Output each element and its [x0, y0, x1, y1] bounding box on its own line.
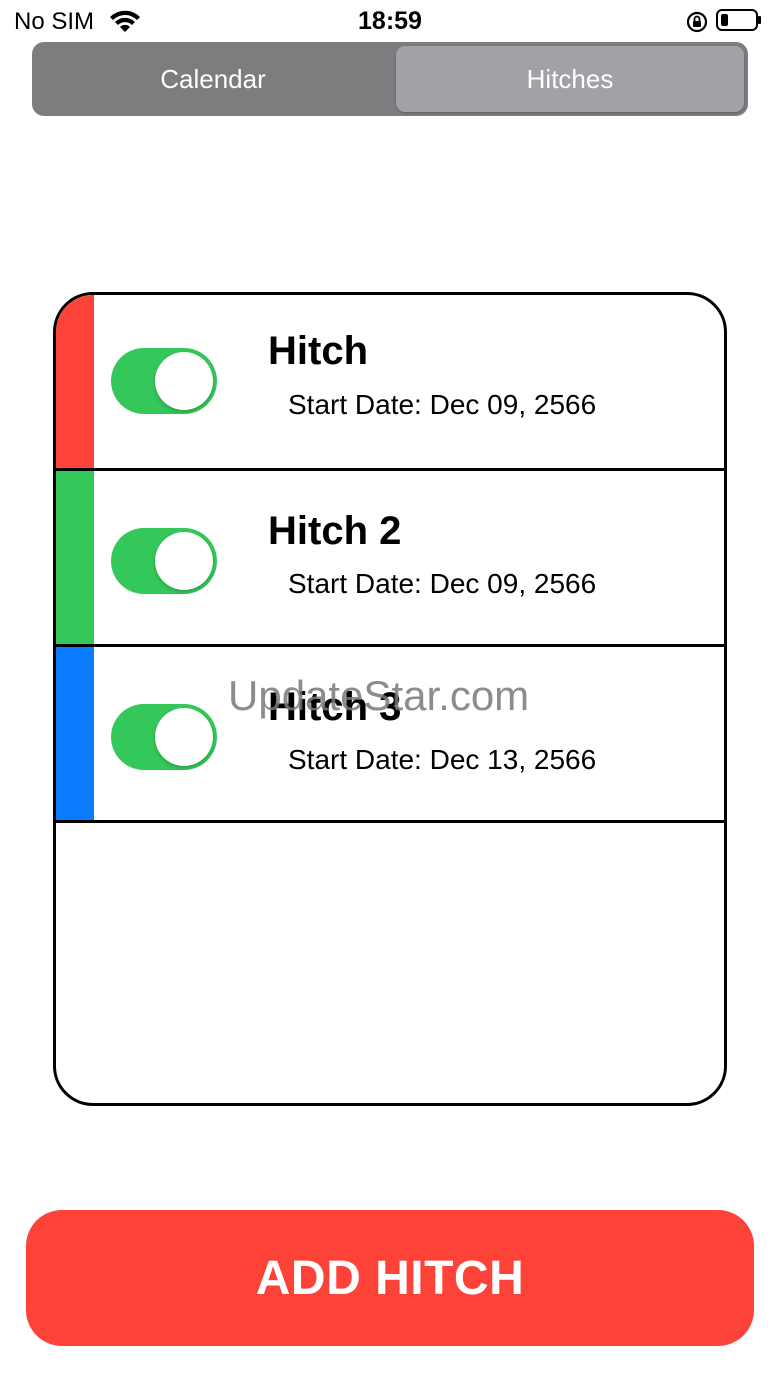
hitch-list: Hitch Start Date: Dec 09, 2566 Hitch 2 S…: [53, 292, 727, 1106]
hitch-title: Hitch 3: [268, 685, 402, 729]
hitch-row[interactable]: Hitch 2 Start Date: Dec 09, 2566: [56, 471, 724, 647]
toggle-knob: [155, 708, 213, 766]
tab-calendar[interactable]: Calendar: [36, 46, 390, 112]
toggle-knob: [155, 352, 213, 410]
hitch-title: Hitch: [268, 329, 368, 373]
add-hitch-button[interactable]: ADD HITCH: [26, 1210, 754, 1346]
hitch-color-bar: [56, 295, 94, 468]
hitch-start-date: Start Date: Dec 09, 2566: [288, 389, 597, 420]
tab-hitches[interactable]: Hitches: [396, 46, 744, 112]
hitch-toggle[interactable]: [111, 528, 217, 594]
hitch-row[interactable]: Hitch Start Date: Dec 09, 2566: [56, 295, 724, 471]
hitch-start-date: Start Date: Dec 13, 2566: [288, 744, 597, 775]
hitch-toggle[interactable]: [111, 704, 217, 770]
hitch-toggle[interactable]: [111, 348, 217, 414]
battery-icon: [716, 9, 761, 31]
toggle-knob: [155, 532, 213, 590]
hitch-title: Hitch 2: [268, 509, 402, 553]
hitch-color-bar: [56, 647, 94, 820]
tab-switcher: Calendar Hitches: [32, 42, 748, 116]
status-time: 18:59: [358, 7, 422, 35]
hitch-row[interactable]: Hitch 3 Start Date: Dec 13, 2566: [56, 647, 724, 823]
hitch-color-bar: [56, 471, 94, 644]
hitch-start-date: Start Date: Dec 09, 2566: [288, 568, 597, 599]
status-bar: No SIM 18:59: [0, 0, 780, 42]
rotation-lock-icon: [686, 11, 708, 33]
